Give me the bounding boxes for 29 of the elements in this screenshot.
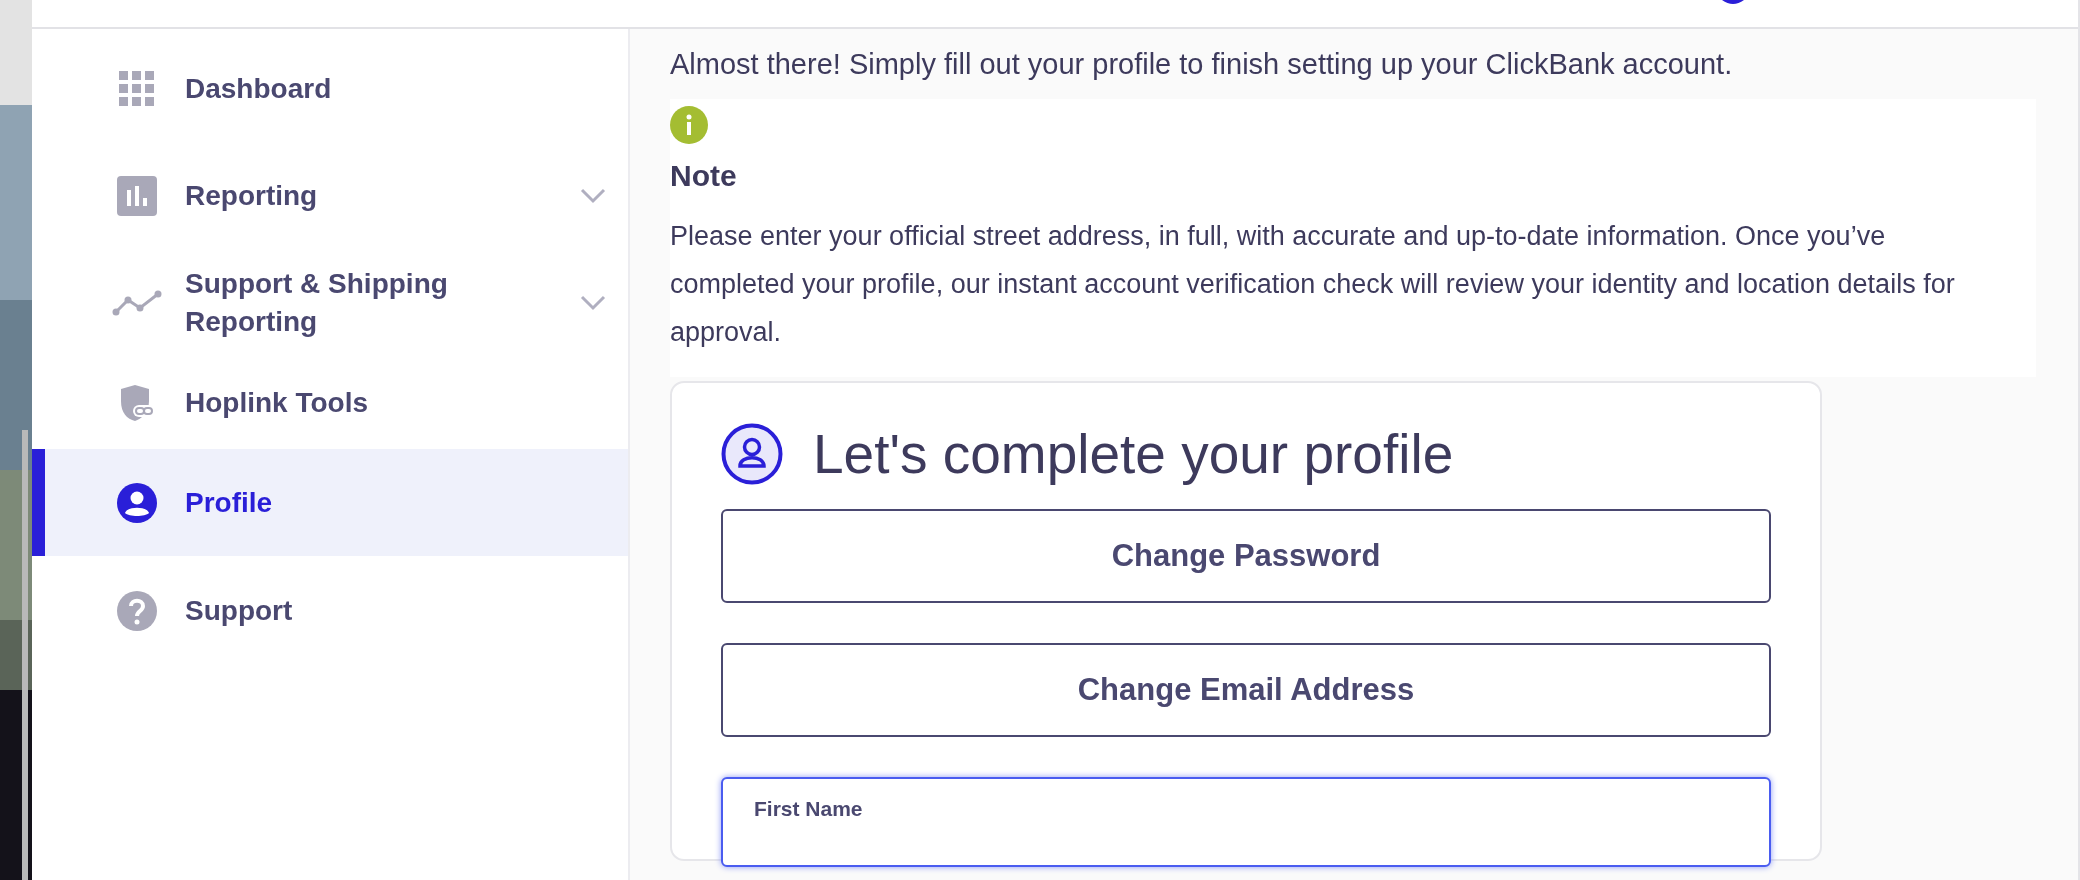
card-title: Let's complete your profile — [813, 422, 1454, 487]
note-text: Please enter your official street address, in full, with accurate and up-to-date information. Once you’ve completed your profile, our instant account verification check will review your identity and location details for approval. — [670, 220, 1956, 349]
user-icon — [721, 423, 783, 485]
sidebar-item[interactable]: Dashboard — [32, 35, 628, 142]
bar-chart-icon — [117, 175, 157, 216]
help-icon — [117, 591, 157, 631]
sidebar-item[interactable]: Support & Shipping Reporting — [32, 249, 628, 357]
chevron-icon[interactable] — [580, 187, 606, 204]
sidebar-label: Profile — [185, 485, 274, 520]
chevron-icon[interactable] — [580, 295, 606, 311]
sidebar-item[interactable]: Reporting — [32, 142, 628, 249]
field-label: First Name — [754, 797, 863, 820]
sidebar-label: Hoplink Tools — [185, 386, 370, 420]
input-field[interactable]: First Name — [721, 777, 1771, 867]
sidebar-label: Reporting — [185, 178, 319, 213]
profile-action-button[interactable]: Change Password — [721, 509, 1771, 603]
user-icon — [117, 482, 157, 523]
intro-text: Almost there! Simply fill out your profile to finish setting up your ClickBank account. — [670, 47, 1734, 82]
sidebar-item[interactable]: Support — [32, 556, 628, 666]
line-chart-icon — [112, 290, 162, 316]
note-title: Note — [670, 158, 738, 194]
avatar-icon[interactable] — [1722, 0, 1744, 4]
sidebar-item[interactable]: Hoplink Tools — [32, 357, 628, 449]
sidebar-label: Support & Shipping Reporting — [185, 267, 449, 339]
profile-action-button[interactable]: Change Email Address — [721, 643, 1771, 737]
sidebar-label: Dashboard — [185, 71, 333, 106]
sidebar-item[interactable]: Profile — [32, 449, 628, 556]
grid-icon — [119, 70, 155, 107]
sidebar-label: Support — [185, 594, 294, 628]
